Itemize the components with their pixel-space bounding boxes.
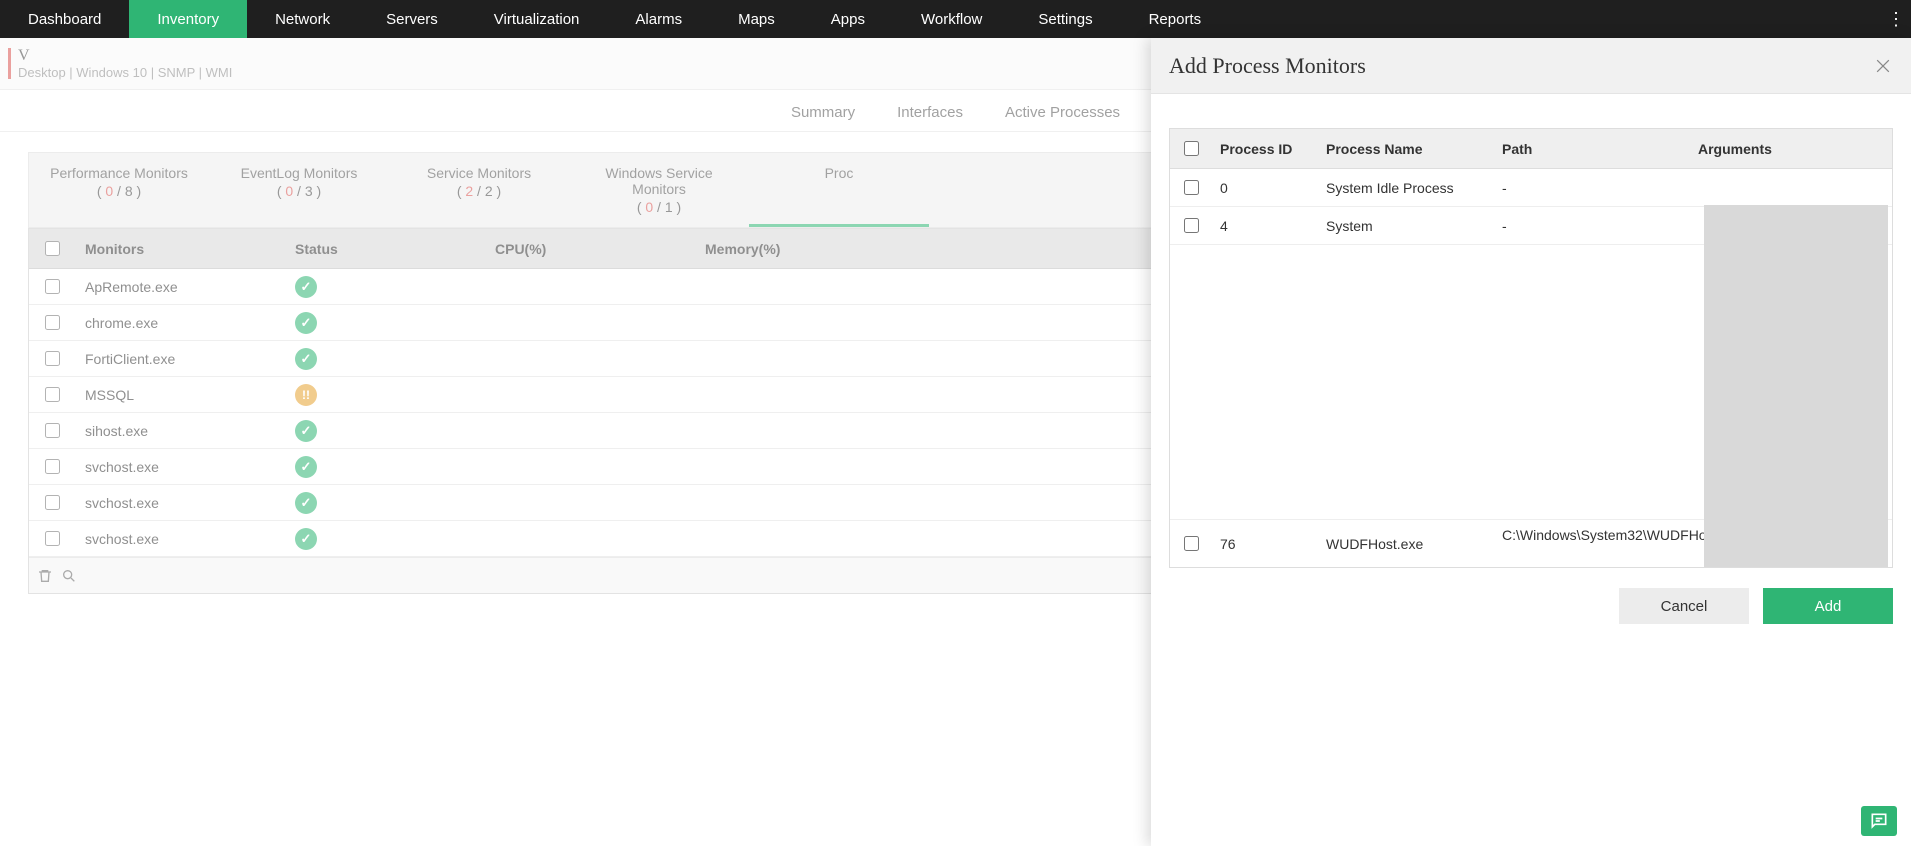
status-ok-icon: ✓ [295, 456, 317, 478]
nav-network[interactable]: Network [247, 0, 358, 38]
select-all-checkbox[interactable] [45, 241, 60, 256]
process-id: 4 [1212, 207, 1318, 244]
col-process-name[interactable]: Process Name [1318, 129, 1494, 168]
monitor-name: MSSQL [75, 377, 285, 412]
nav-inventory[interactable]: Inventory [129, 0, 247, 38]
col-status[interactable]: Status [285, 229, 485, 268]
add-process-monitors-modal: Add Process Monitors Process ID Process … [1151, 38, 1911, 846]
process-id: 0 [1212, 169, 1318, 206]
status-ok-icon: ✓ [295, 492, 317, 514]
status-ok-icon: ✓ [295, 348, 317, 370]
subtab-interfaces[interactable]: Interfaces [891, 94, 969, 131]
scrollbar-track[interactable] [1704, 205, 1888, 567]
process-row[interactable]: 0System Idle Process- [1170, 169, 1892, 207]
subtab-summary[interactable]: Summary [785, 94, 861, 131]
row-checkbox[interactable] [45, 531, 60, 546]
process-name: WUDFHost.exe [1318, 520, 1494, 567]
col-memory[interactable]: Memory(%) [695, 229, 895, 268]
monitor-tab-1[interactable]: EventLog Monitors( 0 / 3 ) [209, 153, 389, 227]
cancel-button[interactable]: Cancel [1619, 588, 1749, 624]
col-cpu[interactable]: CPU(%) [485, 229, 695, 268]
status-warning-icon: !! [295, 384, 317, 406]
modal-title: Add Process Monitors [1169, 53, 1366, 79]
nav-reports[interactable]: Reports [1121, 0, 1230, 38]
delete-icon[interactable] [37, 568, 53, 584]
nav-workflow[interactable]: Workflow [893, 0, 1010, 38]
process-path: - [1494, 207, 1690, 244]
row-checkbox[interactable] [45, 387, 60, 402]
process-table-header: Process ID Process Name Path Arguments [1170, 129, 1892, 169]
col-path[interactable]: Path [1494, 129, 1690, 168]
nav-settings[interactable]: Settings [1010, 0, 1120, 38]
process-row-checkbox[interactable] [1184, 536, 1199, 551]
subtab-active-processes[interactable]: Active Processes [999, 94, 1126, 131]
monitor-name: svchost.exe [75, 449, 285, 484]
close-icon[interactable] [1873, 56, 1893, 76]
row-checkbox[interactable] [45, 279, 60, 294]
monitor-tab-2[interactable]: Service Monitors( 2 / 2 ) [389, 153, 569, 227]
row-checkbox[interactable] [45, 495, 60, 510]
add-button[interactable]: Add [1763, 588, 1893, 624]
search-icon[interactable] [61, 568, 77, 584]
status-ok-icon: ✓ [295, 276, 317, 298]
monitor-tab-4[interactable]: Proc [749, 153, 929, 227]
modal-header: Add Process Monitors [1151, 38, 1911, 94]
col-arguments[interactable]: Arguments [1690, 129, 1892, 168]
status-ok-icon: ✓ [295, 312, 317, 334]
row-checkbox[interactable] [45, 459, 60, 474]
monitor-tab-0[interactable]: Performance Monitors( 0 / 8 ) [29, 153, 209, 227]
process-select-all-checkbox[interactable] [1184, 141, 1199, 156]
process-table: Process ID Process Name Path Arguments 0… [1169, 128, 1893, 568]
nav-servers[interactable]: Servers [358, 0, 466, 38]
status-ok-icon: ✓ [295, 420, 317, 442]
nav-dashboard[interactable]: Dashboard [0, 0, 129, 38]
process-id: 76 [1212, 520, 1318, 567]
process-row-checkbox[interactable] [1184, 180, 1199, 195]
monitor-name: chrome.exe [75, 305, 285, 340]
nav-alarms[interactable]: Alarms [607, 0, 710, 38]
process-row-checkbox[interactable] [1184, 218, 1199, 233]
modal-footer: Cancel Add [1169, 568, 1893, 648]
process-path: - [1494, 169, 1690, 206]
nav-maps[interactable]: Maps [710, 0, 803, 38]
process-name: System [1318, 207, 1494, 244]
process-path: C:\Windows\System32\WUDFHost.exe [1494, 520, 1690, 567]
process-name: System Idle Process [1318, 169, 1494, 206]
col-monitors[interactable]: Monitors [75, 229, 285, 268]
chat-fab[interactable] [1861, 806, 1897, 836]
process-args [1690, 169, 1892, 206]
monitor-name: svchost.exe [75, 521, 285, 556]
row-checkbox[interactable] [45, 423, 60, 438]
top-nav: DashboardInventoryNetworkServersVirtuali… [0, 0, 1911, 38]
monitor-tab-3[interactable]: Windows Service Monitors( 0 / 1 ) [569, 153, 749, 227]
status-ok-icon: ✓ [295, 528, 317, 550]
row-checkbox[interactable] [45, 315, 60, 330]
monitor-name: FortiClient.exe [75, 341, 285, 376]
kebab-menu-icon[interactable]: ⋮ [1881, 0, 1911, 38]
monitor-name: sihost.exe [75, 413, 285, 448]
nav-virtualization[interactable]: Virtualization [466, 0, 608, 38]
monitor-name: ApRemote.exe [75, 269, 285, 304]
col-process-id[interactable]: Process ID [1212, 129, 1318, 168]
nav-apps[interactable]: Apps [803, 0, 893, 38]
row-checkbox[interactable] [45, 351, 60, 366]
monitor-name: svchost.exe [75, 485, 285, 520]
